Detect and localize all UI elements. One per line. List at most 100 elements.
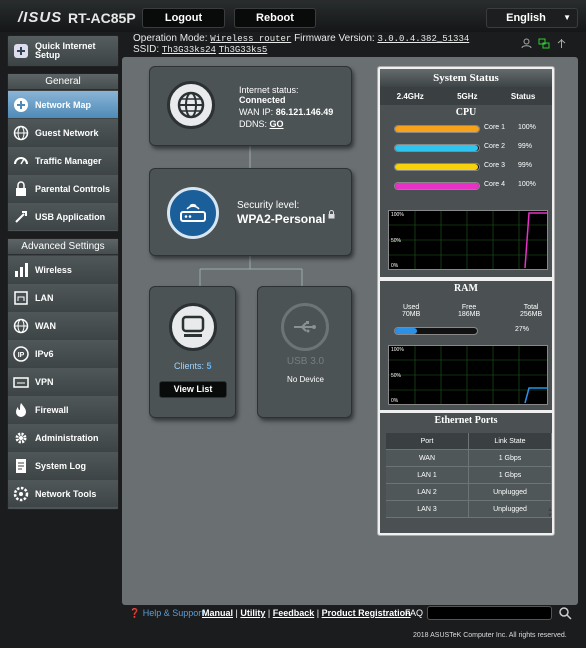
sidebar-item-parental-controls[interactable]: Parental Controls xyxy=(8,174,118,202)
usb-status-icon[interactable] xyxy=(556,38,567,49)
internet-status-value: Connected xyxy=(239,95,286,105)
quick-setup-label: Quick Internet Setup xyxy=(35,41,96,60)
sidebar-item-label: Administration xyxy=(35,432,99,443)
sidebar-item-label: WAN xyxy=(35,320,56,331)
sidebar-item-vpn[interactable]: VPN xyxy=(8,367,118,395)
sidebar-item-label: Traffic Manager xyxy=(35,155,102,166)
op-mode-link[interactable]: Wireless router xyxy=(210,34,291,44)
sidebar-item-traffic-manager[interactable]: Traffic Manager xyxy=(8,146,118,174)
tab-5ghz[interactable]: 5GHz xyxy=(457,92,477,101)
sidebar-item-usb-application[interactable]: USB Application xyxy=(8,202,118,230)
cpu-core-value: 99% xyxy=(518,143,533,150)
sidebar-item-network-tools[interactable]: Network Tools xyxy=(8,479,118,507)
ethernet-cell: LAN 1 xyxy=(386,467,469,483)
cpu-core-bar xyxy=(394,163,480,171)
usb-device-icon[interactable] xyxy=(281,303,329,351)
router-model: RT-AC85P xyxy=(68,10,136,26)
cpu-core-label: Core 4 xyxy=(484,181,506,188)
operation-mode-line: Operation Mode: Wireless router Firmware… xyxy=(133,33,470,44)
sidebar-item-administration[interactable]: Administration xyxy=(8,423,118,451)
vpn-icon xyxy=(12,373,30,391)
sidebar-item-network-map[interactable]: Network Map xyxy=(8,90,118,118)
reboot-button[interactable]: Reboot xyxy=(234,8,316,28)
ram-free: Free 186MB xyxy=(458,304,481,318)
ethernet-header-row: Port Link State xyxy=(386,433,552,450)
router-icon[interactable] xyxy=(167,187,219,239)
clients-row: Clients: 5 xyxy=(174,361,212,371)
svg-text:IP: IP xyxy=(18,352,25,359)
user-icon[interactable] xyxy=(521,38,532,49)
cpu-core-value: 99% xyxy=(518,162,533,169)
general-heading: General xyxy=(8,74,118,90)
sidebar-item-firewall[interactable]: Firewall xyxy=(8,395,118,423)
cpu-graph-tick-0: 0% xyxy=(391,263,399,269)
ssid-5[interactable]: Th3G33ks5 xyxy=(219,45,268,55)
firmware-link[interactable]: 3.0.0.4.382_51334 xyxy=(377,34,469,44)
usb-label: USB 3.0 xyxy=(286,356,325,367)
sidebar-item-ipv6[interactable]: IP IPv6 xyxy=(8,339,118,367)
sidebar-item-label: LAN xyxy=(35,292,54,303)
ram-graph-tick-0: 0% xyxy=(391,398,399,404)
globe-icon xyxy=(12,124,30,142)
sidebar-item-wan[interactable]: WAN xyxy=(8,311,118,339)
cpu-core-bar-fill xyxy=(395,145,479,151)
faq-search-input[interactable] xyxy=(427,606,552,620)
cpu-core-label: Core 2 xyxy=(484,143,506,150)
ddns-row: DDNS: GO xyxy=(239,119,284,129)
sidebar-item-lan[interactable]: LAN xyxy=(8,283,118,311)
view-list-button[interactable]: View List xyxy=(159,381,227,398)
wan-ip-value: 86.121.146.49 xyxy=(275,107,334,117)
ddns-go-link[interactable]: GO xyxy=(270,119,284,129)
wan-ip-row: WAN IP: 86.121.146.49 xyxy=(239,107,334,117)
cpu-graph-tick-100: 100% xyxy=(391,212,404,218)
router-card[interactable]: Security level: WPA2-Personal xyxy=(149,168,352,256)
cpu-title: CPU xyxy=(455,107,477,118)
ram-used: Used 70MB xyxy=(402,304,421,318)
usb-icon xyxy=(12,208,30,226)
globe-icon xyxy=(12,317,30,335)
help-support: ❓ Help & Support xyxy=(129,608,204,618)
ethernet-cell: LAN 2 xyxy=(386,484,469,500)
scrollbar[interactable]: ▲ ▼ xyxy=(547,507,553,535)
sidebar-item-system-log[interactable]: System Log xyxy=(8,451,118,479)
internet-globe-icon[interactable] xyxy=(167,81,215,129)
sidebar-item-label: IPv6 xyxy=(35,348,54,359)
search-icon[interactable] xyxy=(558,606,572,620)
sidebar-item-label: Network Map xyxy=(35,99,92,110)
sidebar-item-label: Firewall xyxy=(35,404,69,415)
sidebar-item-label: Network Tools xyxy=(35,488,97,499)
feedback-link[interactable]: Feedback xyxy=(273,608,315,618)
internet-card[interactable]: Internet status: Connected WAN IP: 86.12… xyxy=(149,66,352,146)
network-status-icon[interactable] xyxy=(538,38,550,49)
tab-24ghz[interactable]: 2.4GHz xyxy=(397,92,424,101)
system-status-title: System Status xyxy=(433,72,499,84)
help-icon: ❓ xyxy=(129,608,141,618)
sidebar-item-label: Guest Network xyxy=(35,127,99,138)
manual-link[interactable]: Manual xyxy=(202,608,233,618)
tools-icon xyxy=(12,485,30,503)
language-select[interactable]: English ▼ xyxy=(486,8,578,28)
usb-card[interactable]: USB 3.0 No Device xyxy=(257,286,352,418)
logout-button[interactable]: Logout xyxy=(142,8,225,28)
utility-link[interactable]: Utility xyxy=(240,608,265,618)
clients-card[interactable]: Clients: 5 View List xyxy=(149,286,236,418)
ethernet-row: WAN 1 Gbps xyxy=(386,450,552,467)
sidebar-item-guest-network[interactable]: Guest Network xyxy=(8,118,118,146)
product-registration-link[interactable]: Product Registration xyxy=(322,608,411,618)
ethernet-cell: WAN xyxy=(386,450,469,466)
quick-setup-icon xyxy=(14,44,28,58)
ethernet-cell: 1 Gbps xyxy=(469,467,552,483)
cpu-core-bar xyxy=(394,182,480,190)
sidebar-item-label: System Log xyxy=(35,460,87,471)
sidebar-item-wireless[interactable]: Wireless xyxy=(8,255,118,283)
ethernet-cell: 1 Gbps xyxy=(469,450,552,466)
ethernet-cell: LAN 3 xyxy=(386,501,469,517)
ram-bar-track xyxy=(394,327,478,335)
usb-status: No Device xyxy=(287,375,324,384)
cpu-core-bar-fill xyxy=(395,126,479,132)
quick-internet-setup[interactable]: Quick Internet Setup xyxy=(7,35,119,67)
copyright: 2018 ASUSTeK Computer Inc. All rights re… xyxy=(413,632,567,639)
ssid-24[interactable]: Th3G33ks24 xyxy=(162,45,216,55)
tab-status[interactable]: Status xyxy=(511,92,535,101)
clients-monitor-icon[interactable] xyxy=(169,303,217,351)
